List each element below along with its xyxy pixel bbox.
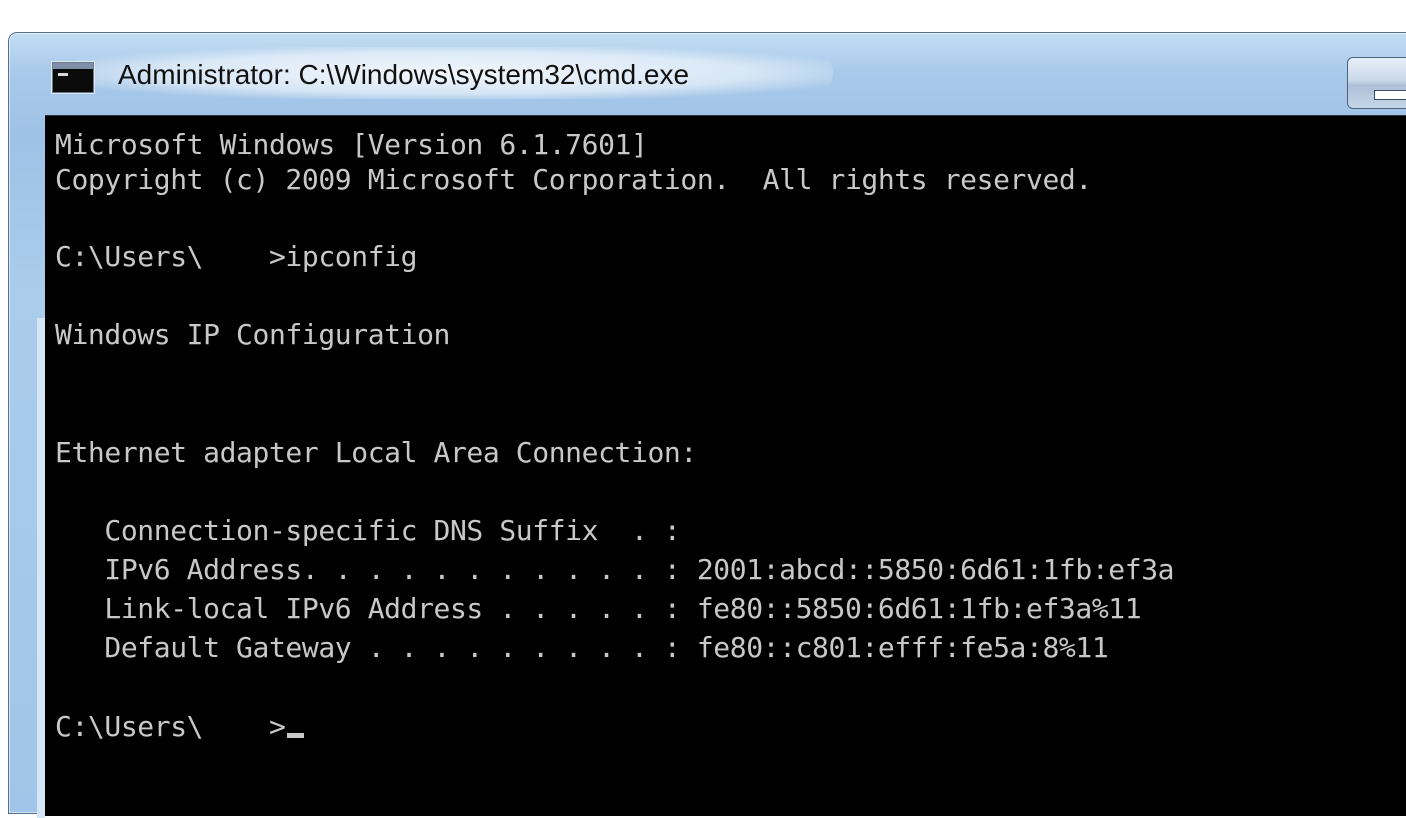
console-line: C:\Users\ >ipconfig	[55, 240, 418, 273]
minimize-button[interactable]	[1347, 57, 1406, 109]
title-bar[interactable]: Administrator: C:\Windows\system32\cmd.e…	[9, 33, 1406, 115]
console-line: Link-local IPv6 Address . . . . . : fe80…	[55, 592, 1142, 625]
console-line: Copyright (c) 2009 Microsoft Corporation…	[55, 163, 1092, 196]
console-line: Microsoft Windows [Version 6.1.7601]	[55, 128, 648, 161]
cmd-icon-bar	[53, 63, 93, 69]
prompt-text: C:\Users\ >	[55, 710, 286, 743]
console-output[interactable]: Microsoft Windows [Version 6.1.7601] Cop…	[45, 115, 1406, 816]
minimize-icon	[1374, 90, 1406, 100]
console-line: Ethernet adapter Local Area Connection:	[55, 436, 697, 469]
console-line: IPv6 Address. . . . . . . . . . . : 2001…	[55, 553, 1175, 586]
prompt-line[interactable]: C:\Users\ >	[55, 710, 305, 744]
console-line: Windows IP Configuration	[55, 318, 450, 351]
cmd-icon[interactable]	[52, 62, 94, 93]
frame-edge	[37, 318, 45, 818]
console-line: Default Gateway . . . . . . . . . : fe80…	[55, 631, 1109, 664]
cmd-window: Administrator: C:\Windows\system32\cmd.e…	[8, 32, 1406, 818]
window-title: Administrator: C:\Windows\system32\cmd.e…	[118, 59, 690, 90]
text-cursor	[287, 733, 305, 738]
console-line: Connection-specific DNS Suffix . :	[55, 514, 681, 547]
cmd-icon-prompt	[58, 73, 68, 76]
